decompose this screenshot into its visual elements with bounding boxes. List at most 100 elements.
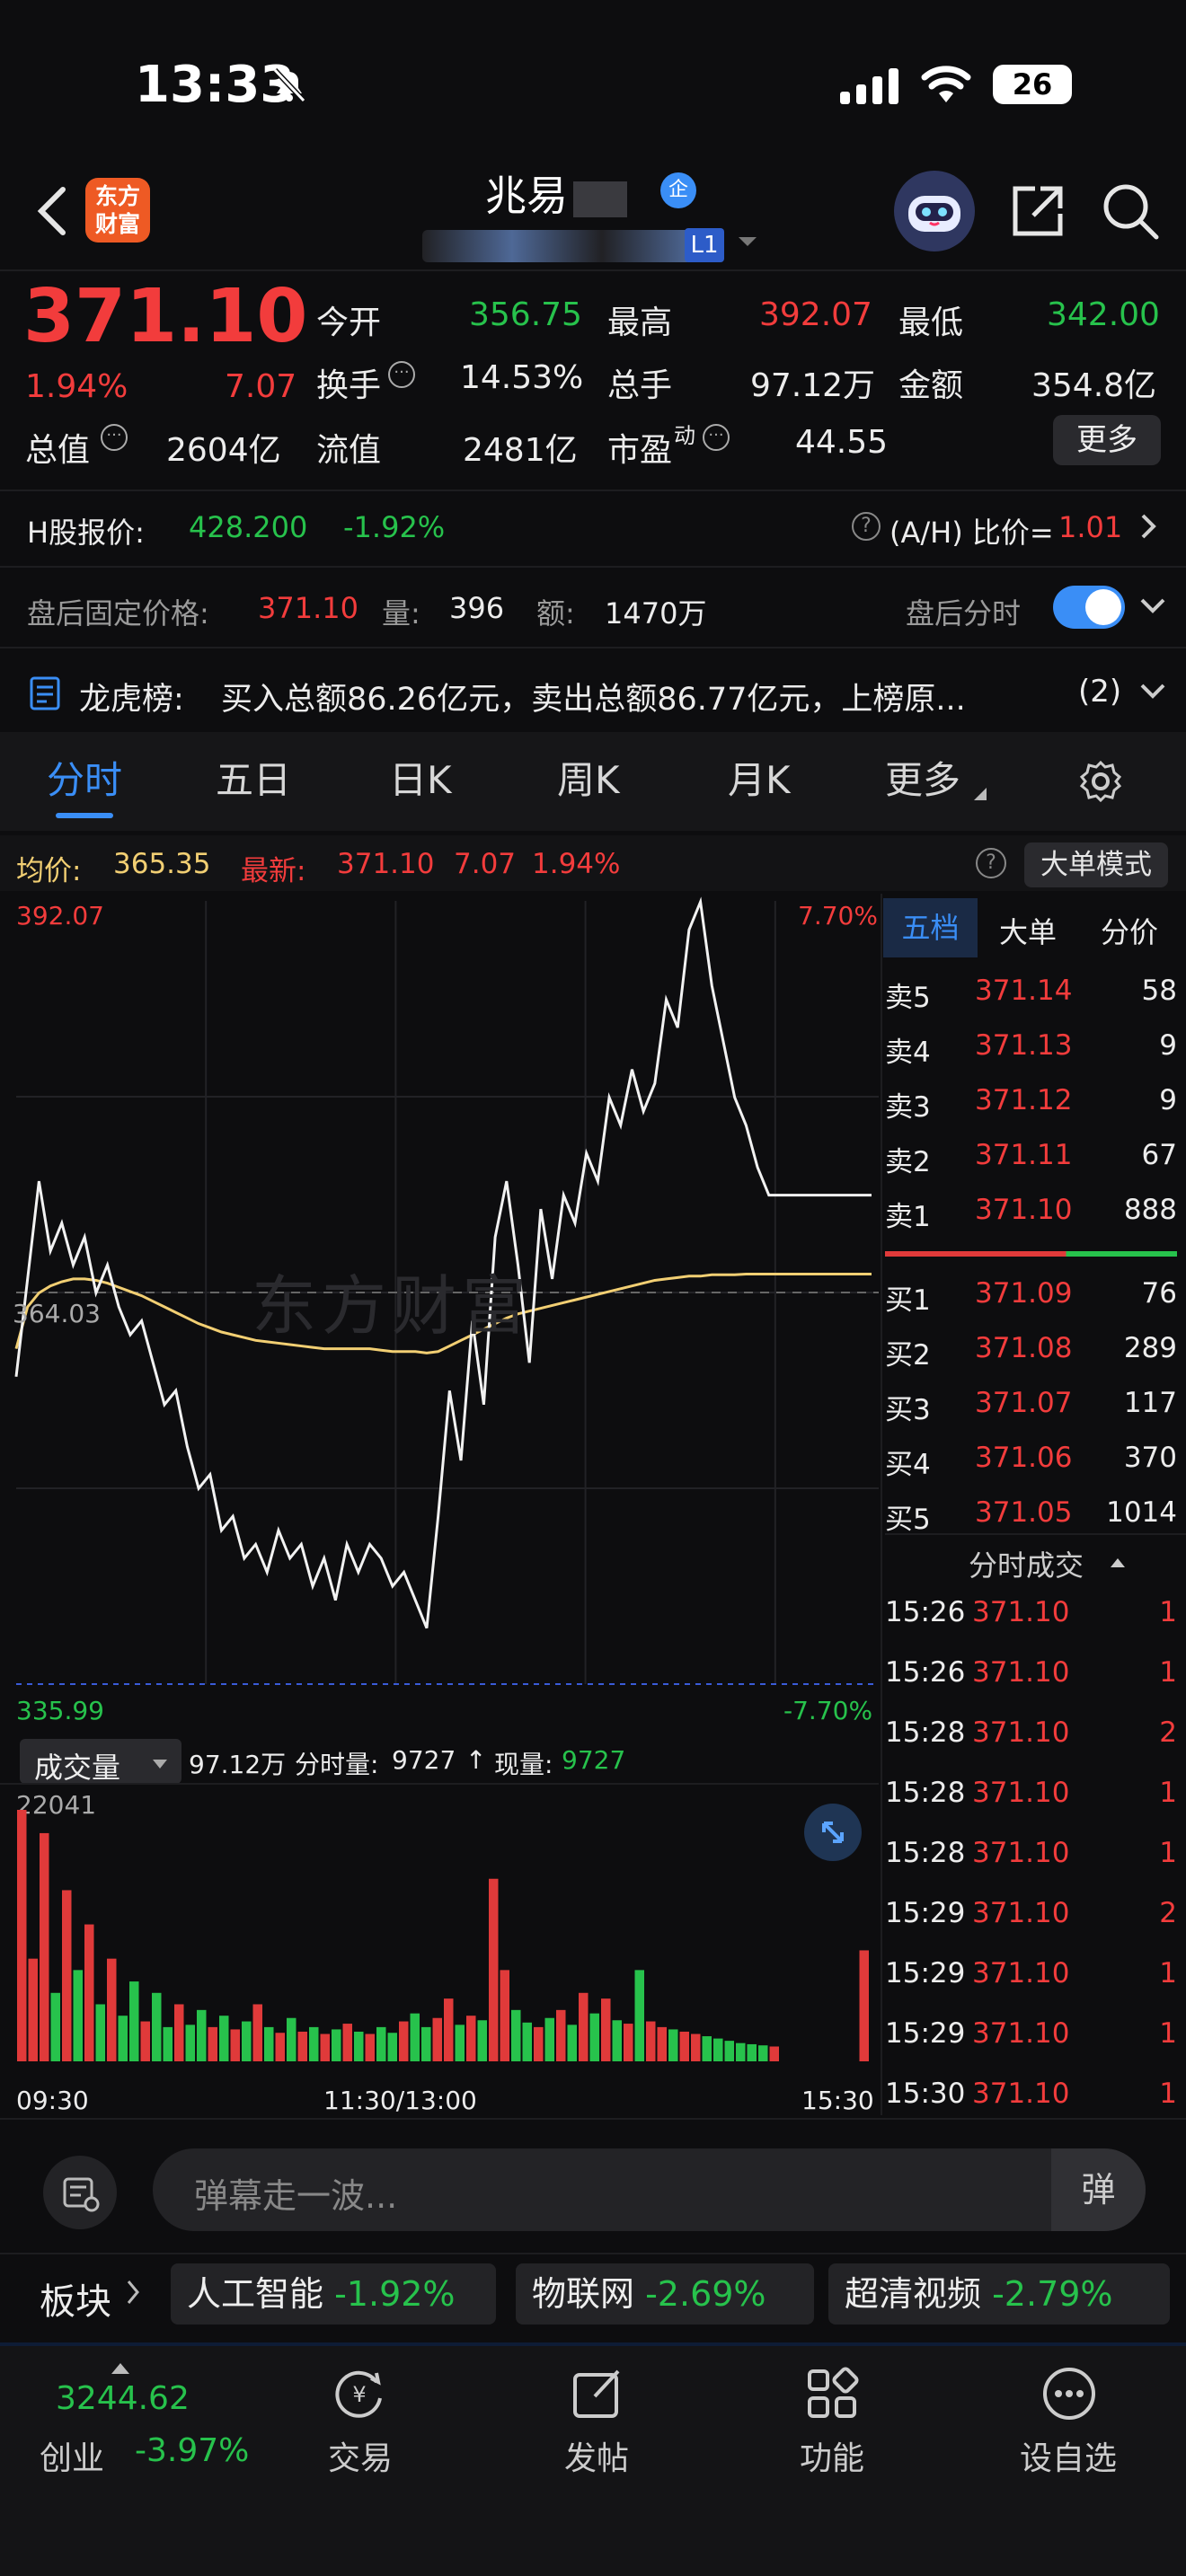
open-label: 今开 — [316, 304, 382, 341]
enterprise-badge-icon: 企 — [660, 172, 696, 208]
back-icon[interactable] — [34, 184, 70, 242]
volume-bar — [736, 2042, 746, 2061]
volume-bar — [556, 2009, 566, 2061]
post-icon[interactable] — [568, 2364, 627, 2427]
volume-bar — [320, 2033, 330, 2061]
bid-price-0[interactable]: 371.09 — [975, 1277, 1072, 1310]
chevron-down-icon[interactable] — [1139, 683, 1166, 704]
ask-volume-0: 58 — [1141, 975, 1177, 1007]
hshare-label: H股报价: — [27, 516, 145, 550]
volume-bar — [399, 2021, 409, 2061]
caret-up-icon[interactable] — [1111, 1554, 1125, 1571]
big-order-mode-button[interactable]: 大单模式 — [1024, 842, 1168, 887]
robot-assistant-icon[interactable] — [894, 171, 975, 251]
tab-weekly-k[interactable]: 周K — [557, 750, 620, 805]
hshare-price: 428.200 — [189, 510, 308, 544]
more-dots-icon[interactable] — [1040, 2364, 1099, 2427]
share-icon[interactable] — [1008, 181, 1067, 244]
chevron-down-icon[interactable] — [737, 235, 758, 253]
volume-bar — [668, 2029, 678, 2061]
volume-bar — [107, 1958, 117, 2061]
sector-chip-1[interactable]: 物联网 -2.69% — [516, 2263, 814, 2325]
ask-price-1[interactable]: 371.13 — [975, 1029, 1072, 1062]
volume-bar — [197, 2009, 207, 2061]
comment-settings-icon[interactable] — [43, 2156, 117, 2229]
volume-bar — [511, 2009, 521, 2061]
trade-icon[interactable]: ¥ — [330, 2364, 389, 2427]
tab-daily-k[interactable]: 日K — [389, 750, 452, 805]
function-grid-icon[interactable] — [802, 2364, 862, 2427]
info-circle-icon[interactable]: ··· — [388, 361, 415, 388]
comment-input[interactable]: 弹幕走一波... 弹 — [153, 2148, 1146, 2231]
now-vol-label: 现量: — [494, 1750, 553, 1779]
volume-label: 总手 — [607, 367, 673, 404]
ask-volume-1: 9 — [1159, 1029, 1177, 1062]
tick-volume-3: 1 — [1159, 1777, 1177, 1809]
tick-time-5: 15:29 — [885, 1897, 966, 1929]
tab-monthly-k[interactable]: 月K — [728, 750, 791, 805]
bid-price-1[interactable]: 371.08 — [975, 1332, 1072, 1364]
high-value: 392.07 — [759, 296, 872, 333]
bid-volume-0: 76 — [1141, 1277, 1177, 1310]
sector-chip-2[interactable]: 超清视频 -2.79% — [828, 2263, 1170, 2325]
sector-pct-1: -2.69% — [634, 2274, 766, 2314]
volume-bar — [174, 2004, 184, 2061]
chevron-right-icon[interactable] — [1139, 512, 1157, 544]
y-bottom-label: 335.99 — [16, 1696, 104, 1725]
nav-watchlist[interactable]: 设自选 — [1020, 2432, 1117, 2479]
tick-time-0: 15:26 — [885, 1596, 966, 1628]
sector-chip-0[interactable]: 人工智能 -1.92% — [171, 2263, 496, 2325]
chevron-down-icon[interactable] — [1139, 597, 1166, 619]
mktcap-label: 总值 — [25, 432, 91, 469]
danmu-toggle[interactable]: 弹 — [1051, 2148, 1146, 2231]
info-circle-icon[interactable]: ··· — [101, 424, 128, 451]
orderbook-tab-bigorder[interactable]: 大单 — [999, 910, 1057, 951]
volume-indicator-select[interactable]: 成交量 — [20, 1739, 181, 1785]
brand-logo[interactable]: 东方 财富 — [85, 178, 150, 243]
nav-function[interactable]: 功能 — [800, 2432, 864, 2479]
afterhours-toggle[interactable] — [1053, 586, 1125, 629]
nav-post[interactable]: 发帖 — [564, 2432, 629, 2479]
volume-bar — [679, 2031, 689, 2061]
ask-price-4[interactable]: 371.10 — [975, 1194, 1072, 1226]
orderbook-tab-price[interactable]: 分价 — [1101, 910, 1158, 951]
afterhours-price: 371.10 — [258, 591, 358, 625]
tab-five-day[interactable]: 五日 — [216, 750, 291, 805]
help-icon[interactable]: ? — [976, 848, 1006, 878]
chevron-right-icon[interactable] — [126, 2278, 140, 2310]
orderbook-tab-five[interactable]: 五档 — [883, 898, 978, 957]
nav-trade[interactable]: 交易 — [328, 2432, 393, 2479]
tab-more[interactable]: 更多 — [885, 750, 960, 805]
tick-volume-0: 1 — [1159, 1596, 1177, 1628]
bid-price-2[interactable]: 371.07 — [975, 1387, 1072, 1419]
amount-value: 354.8亿 — [1031, 367, 1157, 404]
dragon-text[interactable]: 买入总额86.26亿元，卖出总额86.77亿元，上榜原... — [221, 674, 1048, 719]
bid-label-2: 买3 — [885, 1394, 931, 1426]
sector-label[interactable]: 板块 — [40, 2272, 111, 2325]
search-icon[interactable] — [1101, 181, 1160, 244]
info-circle-icon[interactable]: ··· — [703, 424, 730, 451]
sector-pct-2: -2.79% — [981, 2274, 1113, 2314]
volume-bar — [432, 2017, 442, 2061]
help-icon[interactable]: ? — [852, 512, 881, 541]
ask-price-2[interactable]: 371.12 — [975, 1084, 1072, 1116]
bid-price-3[interactable]: 371.06 — [975, 1442, 1072, 1474]
tick-time-4: 15:28 — [885, 1837, 966, 1869]
ask-price-0[interactable]: 371.14 — [975, 975, 1072, 1007]
spread-bar — [885, 1251, 1177, 1257]
tick-price-6: 371.10 — [972, 1957, 1070, 1989]
afterhours-vol-label: 量: — [382, 596, 420, 631]
tick-price-2: 371.10 — [972, 1716, 1070, 1749]
tick-price-3: 371.10 — [972, 1777, 1070, 1809]
settings-gear-icon[interactable] — [1078, 759, 1123, 807]
tab-intraday[interactable]: 分时 — [47, 750, 122, 805]
volume-bar — [567, 2025, 577, 2061]
tick-volume-7: 1 — [1159, 2017, 1177, 2050]
bid-price-4[interactable]: 371.05 — [975, 1496, 1072, 1529]
volume-bar — [410, 2013, 420, 2061]
volume-bar — [466, 2016, 476, 2061]
more-button[interactable]: 更多 — [1053, 415, 1161, 465]
index-value[interactable]: 3244.62 — [56, 2380, 190, 2417]
ask-price-3[interactable]: 371.11 — [975, 1139, 1072, 1171]
last-price: 371.10 — [23, 274, 308, 359]
